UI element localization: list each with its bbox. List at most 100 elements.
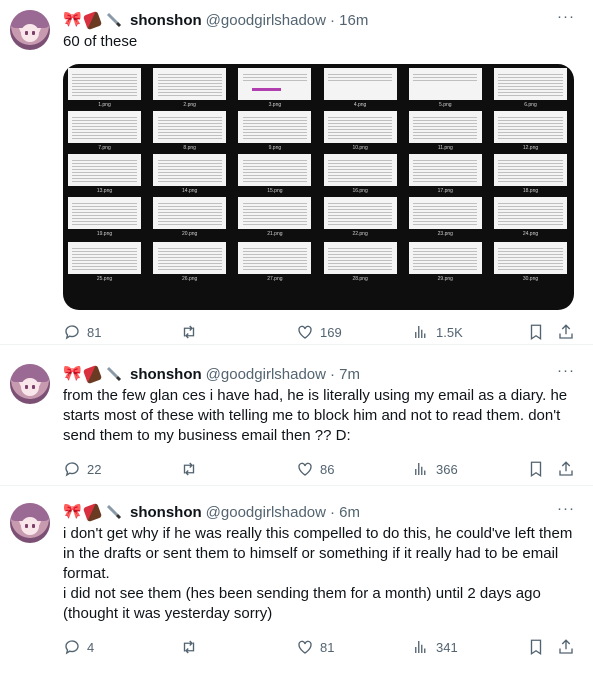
tweet-header: 🎀 shonshon @goodgirlshadow · 7m xyxy=(63,364,360,384)
thumbnail-caption: 29.png xyxy=(437,276,453,282)
views-icon xyxy=(415,463,426,475)
thumbnail-caption: 9.png xyxy=(268,145,282,151)
tweet-text: 60 of these xyxy=(63,33,138,50)
thumbnail-caption: 11.png xyxy=(437,145,453,151)
thumbnail-caption: 7.png xyxy=(98,145,111,151)
author-handle[interactable]: @goodgirlshadow xyxy=(206,12,326,29)
thumbnail-caption: 8.png xyxy=(183,145,196,151)
like-icon xyxy=(298,325,312,339)
tweet-text: from the few glan ces i have had, he is … xyxy=(63,387,568,444)
author-name[interactable]: shonshon xyxy=(130,504,202,521)
document-thumbnail xyxy=(323,242,397,274)
reply-count: 22 xyxy=(87,461,102,477)
thumbnail-caption: 26.png xyxy=(182,276,198,282)
tweet-header: 🎀 shonshon @goodgirlshadow · 6m xyxy=(63,502,360,522)
views-icon xyxy=(415,326,426,338)
more-icon[interactable]: ··· xyxy=(557,500,575,517)
document-thumbnail xyxy=(494,154,567,186)
thumbnail-caption: 3.png xyxy=(268,102,282,108)
document-thumbnail xyxy=(153,111,227,143)
document-thumbnail xyxy=(494,197,567,229)
thumbnail-caption: 22.png xyxy=(352,231,368,237)
thumbnail-caption: 30.png xyxy=(522,276,539,282)
document-thumbnail xyxy=(238,111,312,143)
chocolate-emoji xyxy=(82,364,103,384)
bow-emoji: 🎀 xyxy=(63,365,82,382)
bookmark-icon xyxy=(530,639,542,656)
knife-emoji xyxy=(106,504,122,520)
thumbnail-caption: 17.png xyxy=(437,188,453,194)
knife-emoji xyxy=(106,366,122,382)
document-thumbnail xyxy=(68,154,141,186)
share-button[interactable] xyxy=(557,459,581,479)
document-thumbnail xyxy=(153,68,227,100)
reply-button[interactable]: 81 xyxy=(63,322,101,342)
like-button[interactable]: 169 xyxy=(296,322,342,342)
like-count: 86 xyxy=(320,461,335,477)
thumbnail-caption: 15.png xyxy=(267,188,283,194)
tweet-time[interactable]: · 6m xyxy=(330,504,360,521)
knife-emoji xyxy=(106,12,122,28)
bookmark-button[interactable] xyxy=(527,459,551,479)
tweet-header: 🎀 shonshon @goodgirlshadow · 16m xyxy=(63,10,368,30)
document-thumbnail xyxy=(68,68,141,100)
document-thumbnail xyxy=(68,197,141,229)
views-button[interactable]: 366 xyxy=(412,459,458,479)
thumbnail-caption: 25.png xyxy=(96,276,113,282)
tweet-text: i don't get why if he was really this co… xyxy=(63,525,573,622)
thumbnail-caption: 20.png xyxy=(182,231,198,237)
more-icon[interactable]: ··· xyxy=(557,8,575,25)
reply-button[interactable]: 22 xyxy=(63,459,101,479)
document-thumbnail xyxy=(408,242,482,274)
like-icon xyxy=(298,640,312,654)
tweet-time[interactable]: · 16m xyxy=(330,12,368,29)
more-icon[interactable]: ··· xyxy=(557,362,575,379)
like-button[interactable]: 86 xyxy=(296,459,334,479)
thumbnail-caption: 18.png xyxy=(522,188,539,194)
bookmark-button[interactable] xyxy=(527,322,551,342)
views-button[interactable]: 341 xyxy=(412,637,458,657)
retweet-button[interactable] xyxy=(180,637,204,657)
bookmark-icon xyxy=(530,461,542,478)
action-bar: 81 169 1.5K xyxy=(63,322,583,342)
bookmark-button[interactable] xyxy=(527,637,551,657)
views-count: 1.5K xyxy=(436,324,463,340)
reply-button[interactable]: 4 xyxy=(63,637,94,657)
tweet-2[interactable]: 🎀 shonshon @goodgirlshadow · 7m ··· from… xyxy=(0,345,593,486)
media-grid-image[interactable]: 1.png 2.png 3.png 4.png 5.png 6.png 7.png 8.png… xyxy=(63,64,574,310)
author-name[interactable]: shonshon xyxy=(130,366,202,383)
document-thumbnail xyxy=(153,242,227,274)
bow-emoji: 🎀 xyxy=(63,11,82,28)
thumbnail-caption: 16.png xyxy=(352,188,368,194)
thumbnail-caption: 21.png xyxy=(267,231,283,237)
retweet-icon xyxy=(183,325,195,339)
tweet-time[interactable]: · 7m xyxy=(330,366,360,383)
retweet-button[interactable] xyxy=(180,322,204,342)
thumbnail-caption: 1.png xyxy=(98,102,111,108)
document-thumbnail xyxy=(68,111,141,143)
thumbnail-caption: 19.png xyxy=(96,231,113,237)
avatar[interactable] xyxy=(10,364,50,404)
like-button[interactable]: 81 xyxy=(296,637,334,657)
share-button[interactable] xyxy=(557,637,581,657)
retweet-button[interactable] xyxy=(180,459,204,479)
document-thumbnail xyxy=(323,111,397,143)
author-handle[interactable]: @goodgirlshadow xyxy=(206,366,326,383)
action-bar: 22 86 366 xyxy=(63,459,583,479)
tweet-1[interactable]: 🎀 shonshon @goodgirlshadow · 16m ··· 60 … xyxy=(0,0,593,345)
document-thumbnail xyxy=(408,154,482,186)
avatar[interactable] xyxy=(10,503,50,543)
author-name[interactable]: shonshon xyxy=(130,12,202,29)
document-thumbnail xyxy=(238,242,312,274)
thumbnail-caption: 2.png xyxy=(183,102,196,108)
author-handle[interactable]: @goodgirlshadow xyxy=(206,504,326,521)
thumbnail-caption: 14.png xyxy=(182,188,198,194)
share-button[interactable] xyxy=(557,322,581,342)
tweet-3[interactable]: 🎀 shonshon @goodgirlshadow · 6m ··· i do… xyxy=(0,486,593,683)
views-button[interactable]: 1.5K xyxy=(412,322,463,342)
like-icon xyxy=(298,462,312,476)
reply-count: 81 xyxy=(87,324,102,340)
avatar[interactable] xyxy=(10,10,50,50)
document-thumbnail xyxy=(323,197,397,229)
retweet-icon xyxy=(183,640,195,654)
